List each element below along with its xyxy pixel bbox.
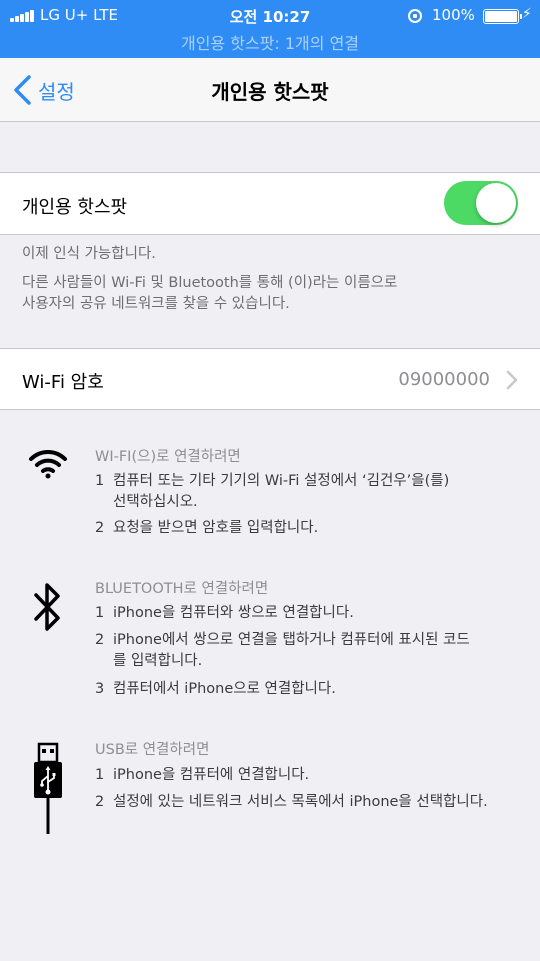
- page-title: 개인용 핫스팟: [211, 80, 329, 104]
- hotspot-label: 개인용 핫스팟: [22, 197, 128, 218]
- usb-step-1: 1 iPhone을 컴퓨터에 연결합니다.: [95, 767, 310, 783]
- usb-instructions-heading: USB로 연결하려면: [95, 742, 210, 758]
- wifi-instructions-heading: WI-FI(으)로 연결하려면: [95, 449, 241, 465]
- bluetooth-icon: [34, 583, 60, 631]
- status-bar: LG U+ LTE 오전 10:27 100% ⚡ 개인용 핫스팟: 1개의 연…: [0, 0, 540, 58]
- hotspot-toggle-cell: 개인용 핫스팟: [0, 172, 540, 235]
- wifi-password-value: 09000000: [398, 369, 490, 390]
- toggle-knob: [476, 183, 516, 223]
- bluetooth-step-3: 3 컴퓨터에서 iPhone으로 연결합니다.: [95, 681, 336, 697]
- hotspot-toggle[interactable]: [444, 181, 518, 225]
- discoverable-note: 이제 인식 가능합니다.: [22, 246, 156, 262]
- wifi-icon: [29, 449, 67, 479]
- bluetooth-instructions-heading: BLUETOOTH로 연결하려면: [95, 581, 269, 597]
- network-name-note-line2: 사용자의 공유 네트워크를 찾을 수 있습니다.: [22, 296, 290, 312]
- wifi-password-cell[interactable]: Wi-Fi 암호 09000000: [0, 348, 540, 410]
- wifi-step-2: 2 요청을 받으면 암호를 입력합니다.: [95, 520, 319, 536]
- battery-icon: [483, 9, 522, 24]
- bluetooth-step-2: 2 iPhone에서 쌍으로 연결을 탭하거나 컴퓨터에 표시된 코드 를 입력합…: [95, 632, 470, 669]
- usb-step-2: 2 설정에 있는 네트워크 서비스 목록에서 iPhone을 선택합니다.: [95, 794, 488, 810]
- bluetooth-step-1: 1 iPhone을 컴퓨터와 쌍으로 연결합니다.: [95, 605, 354, 621]
- battery-percent: 100%: [432, 6, 475, 24]
- wifi-password-label: Wi-Fi 암호: [22, 372, 104, 393]
- chevron-right-icon: [506, 370, 518, 390]
- charging-icon: ⚡: [522, 6, 532, 22]
- navigation-bar: 설정 개인용 핫스팟: [0, 58, 540, 122]
- orientation-lock-icon: [408, 9, 422, 23]
- wifi-step-1: 1 컴퓨터 또는 기타 기기의 Wi-Fi 설정에서 ‘김건우’을(를) 선택하십…: [95, 473, 450, 510]
- usb-icon: [34, 742, 62, 834]
- hotspot-banner[interactable]: 개인용 핫스팟: 1개의 연결: [0, 30, 540, 54]
- network-name-note-line1: 다른 사람들이 Wi-Fi 및 Bluetooth를 통해 (이)라는 이름으로: [22, 275, 398, 291]
- status-row: LG U+ LTE 오전 10:27 100% ⚡: [0, 4, 540, 28]
